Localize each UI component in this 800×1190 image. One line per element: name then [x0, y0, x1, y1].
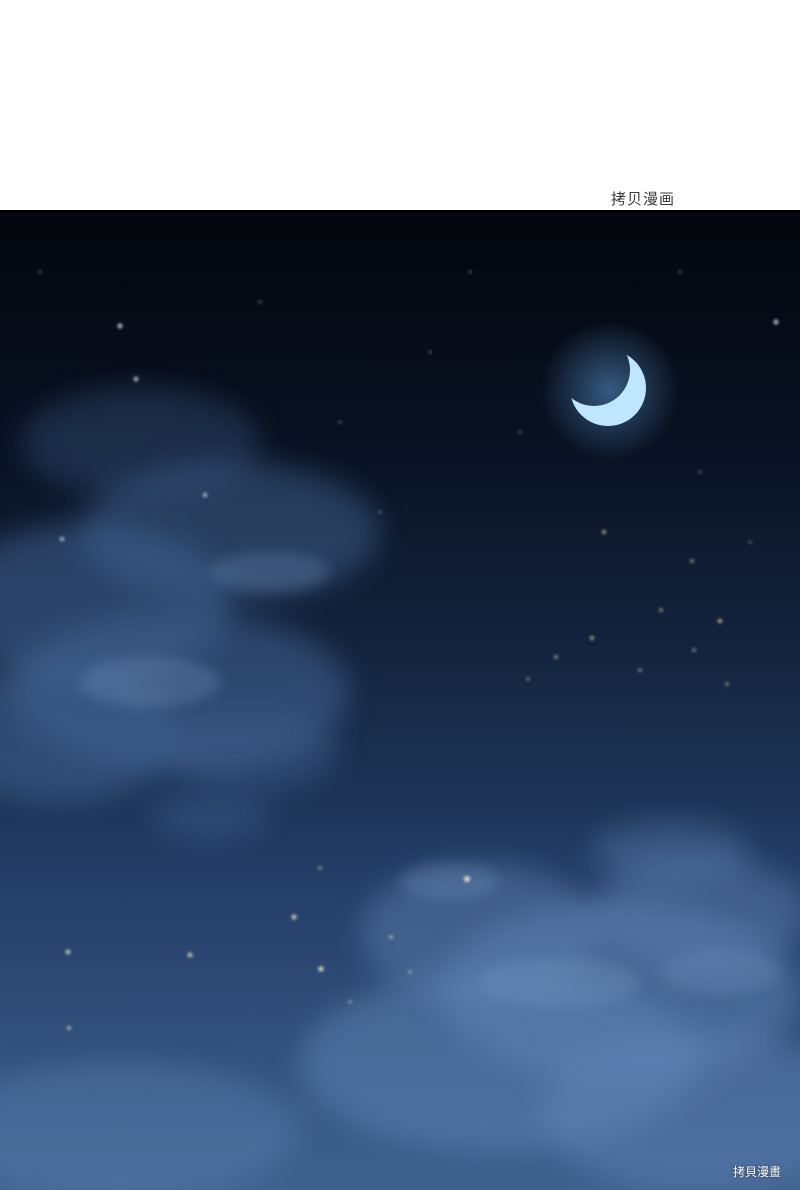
night-sky-illustration [0, 212, 800, 1190]
comic-page: 拷贝漫画 拷貝漫畫 [0, 0, 800, 1190]
night-sky-panel [0, 210, 800, 1190]
watermark-top: 拷贝漫画 [611, 190, 676, 208]
watermark-bottom: 拷貝漫畫 [733, 1165, 782, 1179]
moon [0, 212, 800, 1190]
page-top-margin [0, 0, 800, 210]
